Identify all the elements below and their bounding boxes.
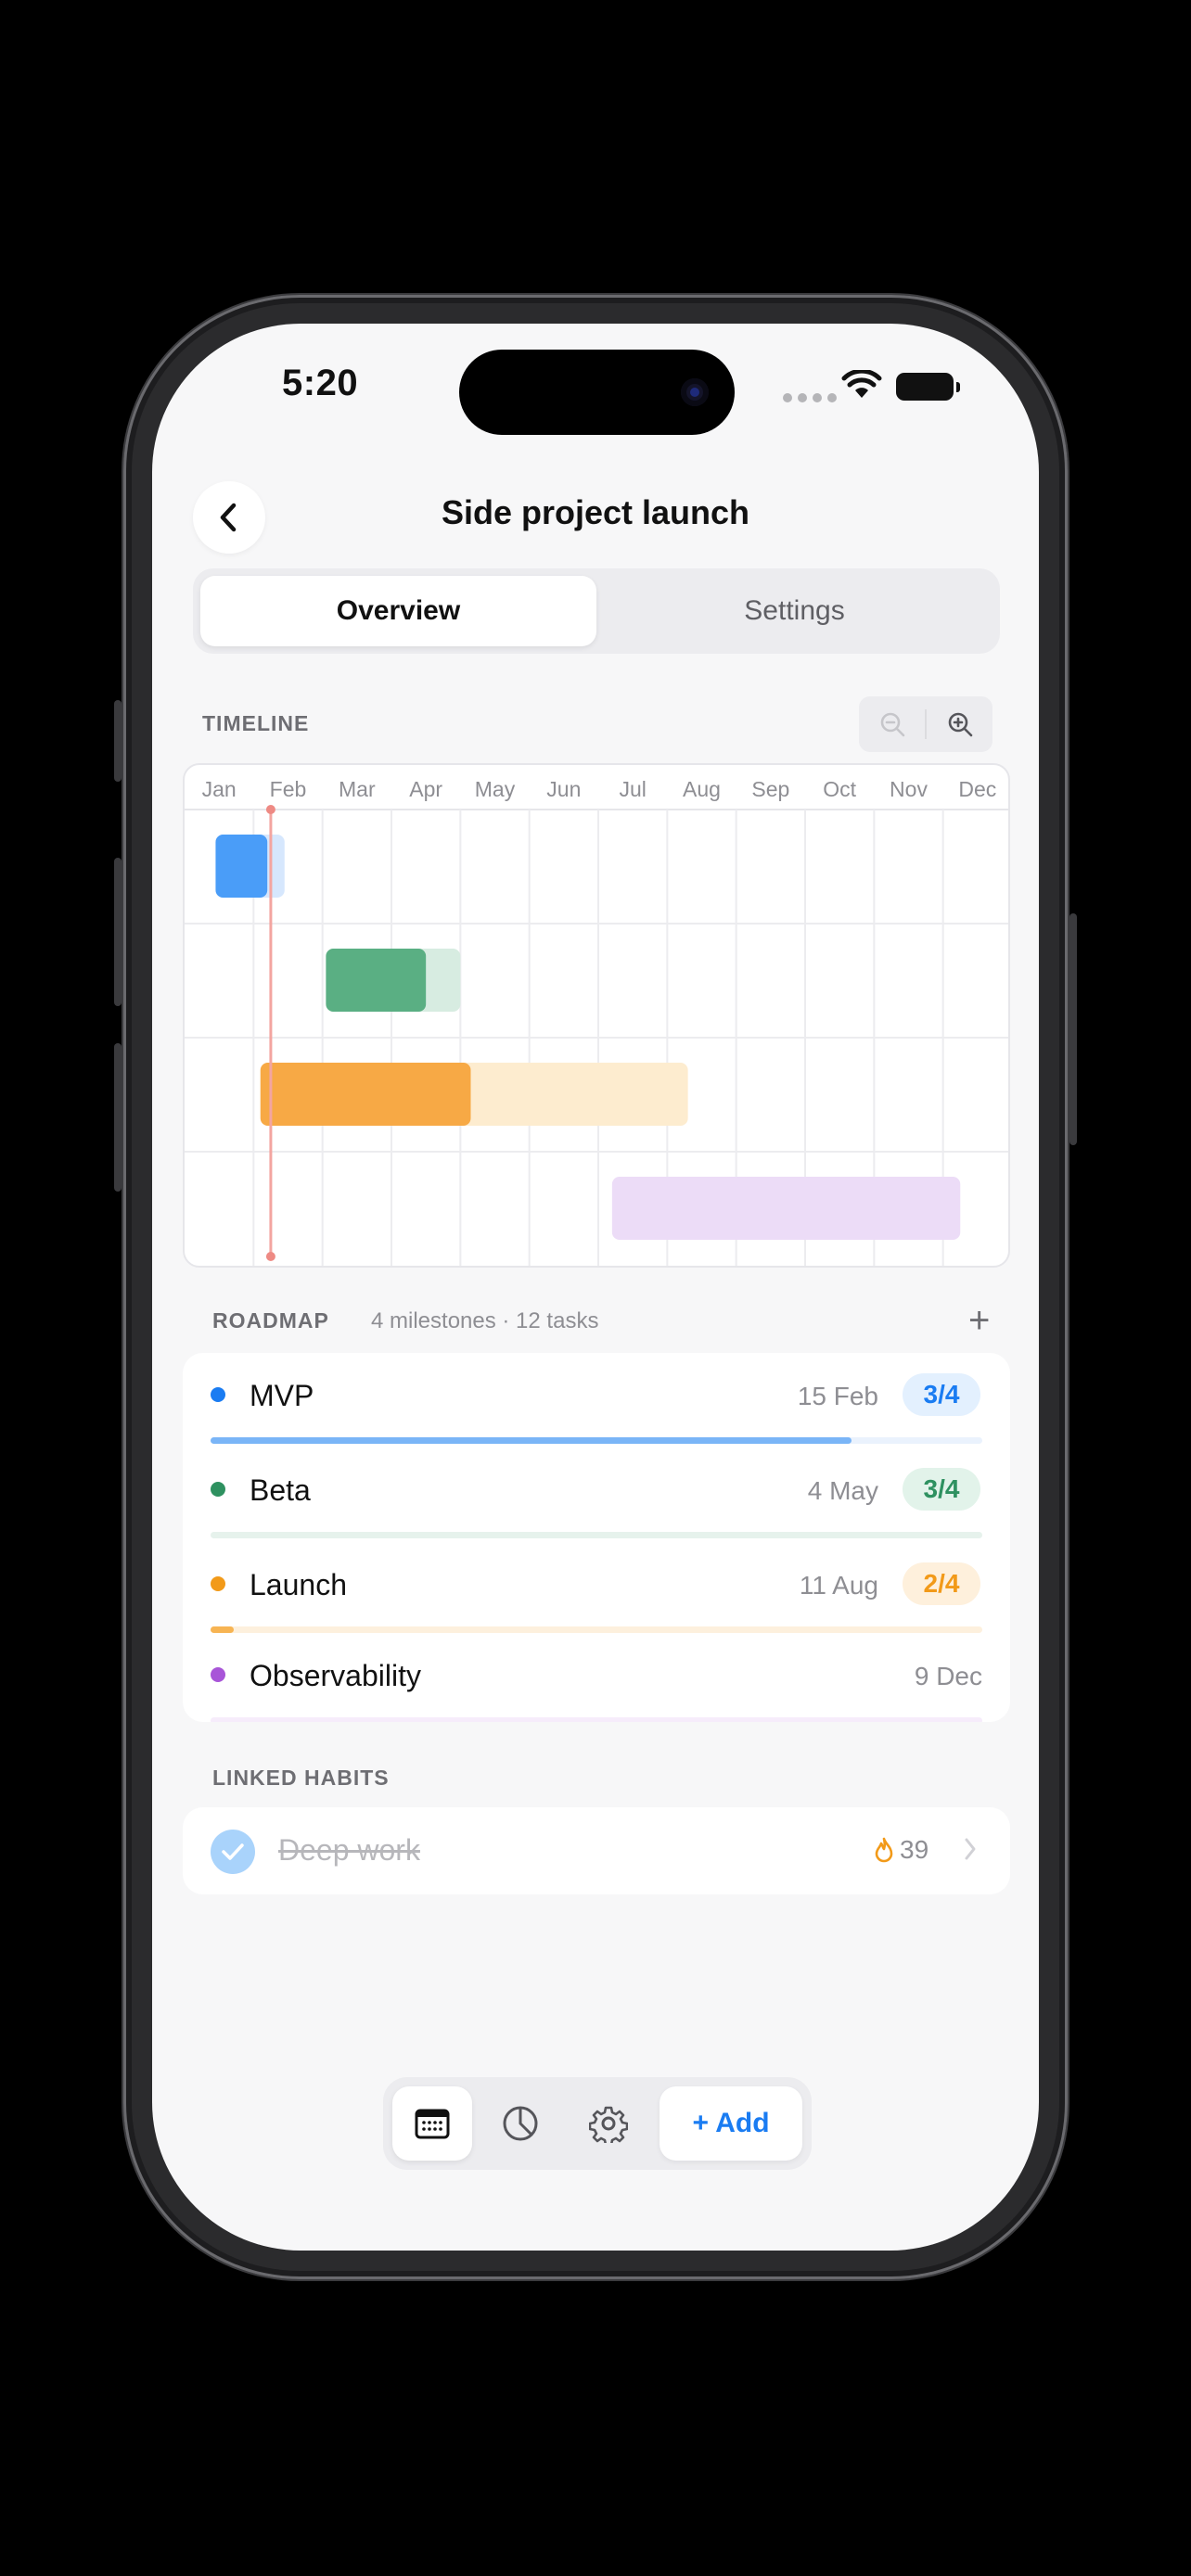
add-milestone-button[interactable]: + (968, 1302, 990, 1339)
gantt-bar-progress (215, 835, 268, 898)
milestone-name: Beta (250, 1473, 311, 1507)
today-line-start-dot (265, 805, 275, 814)
milestone-progress-fill (211, 1626, 234, 1633)
tab-overview[interactable]: Overview (200, 576, 596, 646)
zoom-out-button[interactable] (859, 696, 925, 752)
bottom-toolbar: + Add (383, 2077, 812, 2170)
milestone-progress-track (211, 1437, 982, 1444)
checkmark-icon (222, 1843, 244, 1860)
month-label: May (475, 777, 516, 801)
dynamic-island (459, 350, 735, 435)
power-button (1069, 913, 1077, 1145)
month-label: Aug (683, 777, 721, 801)
habit-streak: 39 (874, 1835, 928, 1865)
month-label: Jan (202, 777, 237, 801)
month-label: Nov (890, 777, 928, 801)
wifi-icon (841, 370, 882, 398)
today-line-end-dot (265, 1252, 275, 1261)
month-label: Dec (958, 777, 996, 801)
milestone-date: 11 Aug (799, 1571, 878, 1600)
milestone-date: 15 Feb (797, 1382, 878, 1410)
milestone-date: 4 May (807, 1476, 878, 1505)
habit-name: Deep work (278, 1833, 420, 1867)
habit-row[interactable]: Deep work 39 (183, 1807, 1010, 1894)
milestone-dot (211, 1387, 225, 1402)
milestone-dot (211, 1576, 225, 1591)
milestone-row[interactable]: Observability 9 Dec (183, 1633, 1010, 1722)
month-label: Oct (823, 777, 856, 801)
roadmap-meta: 4 milestones · 12 tasks (371, 1308, 599, 1333)
milestone-task-badge: 2/4 (903, 1562, 980, 1605)
zoom-out-icon (880, 712, 904, 737)
gantt-bar-span (611, 1177, 961, 1240)
tab-segmented-control: Overview Settings (193, 568, 1000, 654)
gear-icon (589, 2106, 628, 2143)
milestone-task-badge: 3/4 (903, 1468, 980, 1511)
tab-settings[interactable]: Settings (596, 576, 992, 646)
roadmap-list: MVP 15 Feb 3/4 Beta 4 May 3/4 Launch 11 … (183, 1353, 1010, 1722)
gantt-bar-progress (260, 1063, 471, 1126)
gantt-bar-progress (326, 949, 427, 1012)
zoom-in-icon (948, 712, 972, 737)
milestone-row[interactable]: MVP 15 Feb 3/4 (183, 1353, 1010, 1444)
month-label: Feb (270, 777, 307, 801)
timeline-section-label: TIMELINE (202, 711, 310, 735)
page-title: Side project launch (441, 493, 750, 531)
app-screen: 5:20 Side project launch Overview Settin… (152, 324, 1039, 2251)
roadmap-section-label: ROADMAP (212, 1308, 329, 1333)
gantt-chart: Jan Feb Mar Apr May Jun Jul Aug Sep Oct Nov Dec (185, 777, 1008, 1266)
battery-icon (896, 373, 960, 401)
milestone-name: MVP (250, 1379, 314, 1412)
camera-icon (681, 378, 709, 406)
volume-down-button (114, 1043, 122, 1192)
settings-button[interactable] (569, 2086, 648, 2161)
linked-habits-section-label: LINKED HABITS (212, 1766, 390, 1790)
milestone-progress-track (211, 1626, 982, 1633)
milestone-dot (211, 1667, 225, 1682)
habit-checkbox[interactable] (211, 1830, 255, 1874)
timeline-gantt: Jan Feb Mar Apr May Jun Jul Aug Sep Oct Nov Dec (183, 763, 1010, 1268)
flame-icon (875, 1837, 893, 1863)
zoom-in-button[interactable] (927, 696, 992, 752)
chevron-right-icon (965, 1838, 976, 1860)
milestone-progress-track (211, 1532, 982, 1538)
calendar-icon (415, 2109, 450, 2139)
habit-streak-count: 39 (900, 1835, 929, 1864)
milestone-dot (211, 1482, 225, 1497)
volume-up-button (114, 858, 122, 1006)
month-label: Jun (546, 777, 581, 801)
month-label: Sep (751, 777, 789, 801)
calendar-view-button[interactable] (392, 2086, 472, 2161)
pie-chart-icon (503, 2106, 538, 2141)
month-label: Apr (409, 777, 442, 801)
milestone-progress-track (211, 1717, 982, 1722)
milestone-row[interactable]: Launch 11 Aug 2/4 (183, 1542, 1010, 1633)
zoom-controls (859, 696, 992, 752)
month-label: Mar (339, 777, 376, 801)
action-button (114, 700, 122, 782)
milestone-date: 9 Dec (914, 1662, 982, 1690)
milestone-name: Observability (250, 1659, 421, 1692)
milestone-row[interactable]: Beta 4 May 3/4 (183, 1447, 1010, 1538)
milestone-name: Launch (250, 1568, 347, 1601)
status-time: 5:20 (282, 363, 359, 403)
add-button[interactable]: + Add (660, 2086, 802, 2161)
milestone-task-badge: 3/4 (903, 1373, 980, 1416)
stats-view-button[interactable] (480, 2086, 560, 2161)
cellular-signal-icon (783, 393, 837, 402)
month-label: Jul (619, 777, 646, 801)
milestone-progress-fill (211, 1437, 852, 1444)
